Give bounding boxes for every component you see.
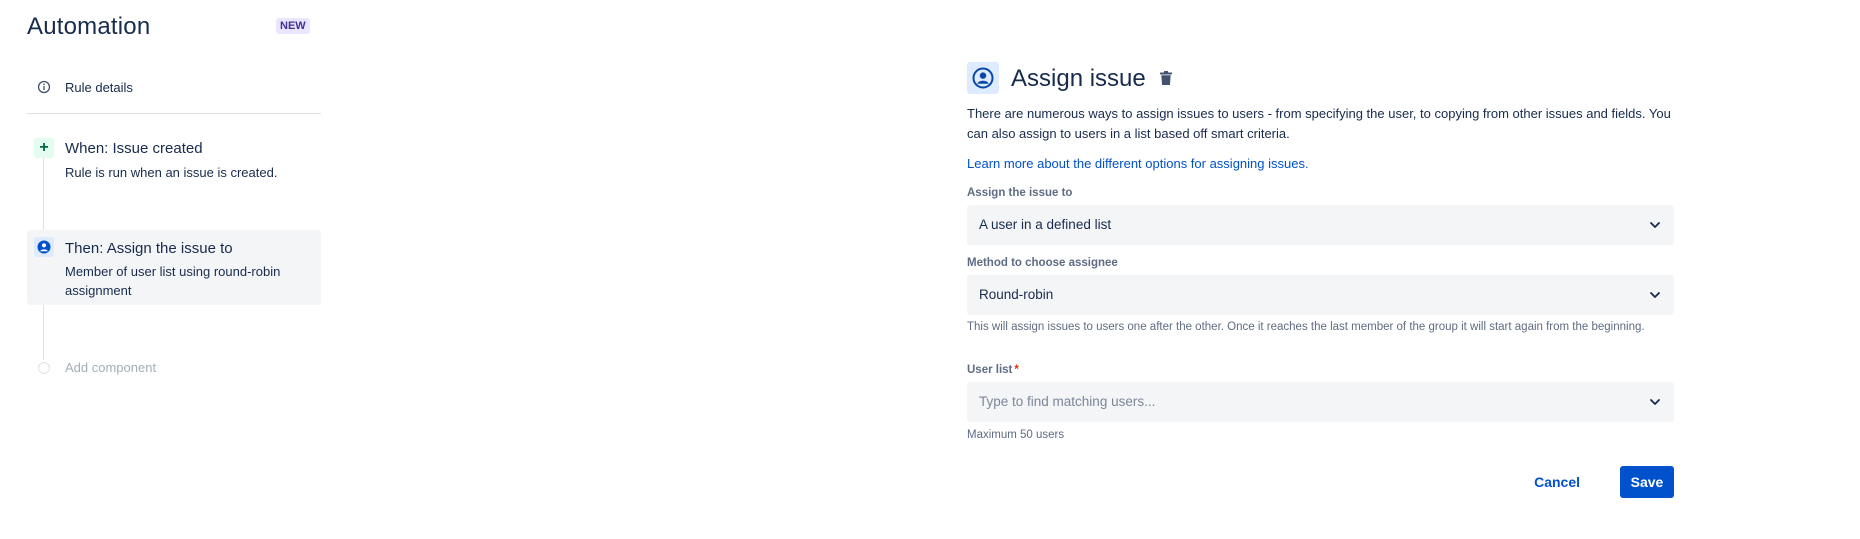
info-icon	[37, 80, 51, 94]
required-marker: *	[1014, 364, 1019, 376]
user-list-help-text: Maximum 50 users	[967, 429, 1065, 441]
assign-to-select[interactable]: A user in a defined list	[967, 205, 1674, 245]
action-component-selected[interactable]: Then: Assign the issue to Member of user…	[27, 230, 321, 305]
panel-actions: Cancel Save	[967, 466, 1674, 498]
sidebar-item-rule-details[interactable]: Rule details	[27, 74, 321, 114]
panel-description: There are numerous ways to assign issues…	[967, 106, 1671, 141]
save-button[interactable]: Save	[1620, 466, 1674, 498]
trigger-title: When: Issue created	[65, 140, 203, 157]
user-list-label: User list *	[967, 364, 1019, 376]
assign-to-value: A user in a defined list	[979, 217, 1112, 232]
app-title: Automation	[27, 13, 151, 40]
panel-header: Assign issue	[967, 62, 1674, 96]
method-label: Method to choose assignee	[967, 257, 1118, 269]
action-title: Then: Assign the issue to	[65, 240, 233, 257]
user-list-label-text: User list	[967, 364, 1013, 376]
user-list-placeholder: Type to find matching users...	[979, 394, 1156, 409]
plus-icon: +	[34, 138, 54, 158]
method-select[interactable]: Round-robin	[967, 275, 1674, 315]
chevron-down-icon	[1650, 292, 1660, 298]
chevron-down-icon	[1650, 222, 1660, 228]
method-value: Round-robin	[979, 287, 1054, 302]
trigger-component[interactable]: + When: Issue created Rule is run when a…	[27, 135, 321, 190]
action-subtitle: Member of user list using round-robin as…	[65, 264, 281, 298]
learn-more-link[interactable]: Learn more about the different options f…	[967, 156, 1309, 171]
method-help-text: This will assign issues to users one aft…	[967, 321, 1645, 333]
rule-sidebar: Automation NEW Rule details + When: Issu…	[27, 0, 321, 539]
add-component-label: Add component	[65, 360, 157, 375]
cancel-button[interactable]: Cancel	[1524, 466, 1590, 498]
sidebar-item-label: Rule details	[65, 80, 133, 95]
component-config-panel: Assign issue There are numerous ways to …	[967, 0, 1674, 539]
new-badge: NEW	[276, 18, 310, 34]
add-component-dot	[38, 362, 50, 374]
chevron-down-icon	[1650, 399, 1660, 405]
trigger-subtitle: Rule is run when an issue is created.	[65, 165, 278, 180]
trash-icon[interactable]	[1157, 69, 1175, 87]
user-circle-icon	[967, 62, 999, 94]
panel-title: Assign issue	[1011, 65, 1146, 92]
add-component-button[interactable]: Add component	[27, 358, 321, 380]
user-circle-icon	[34, 237, 54, 257]
assign-to-label: Assign the issue to	[967, 187, 1073, 199]
user-list-select[interactable]: Type to find matching users...	[967, 382, 1674, 422]
app-header: Automation NEW	[27, 13, 321, 43]
